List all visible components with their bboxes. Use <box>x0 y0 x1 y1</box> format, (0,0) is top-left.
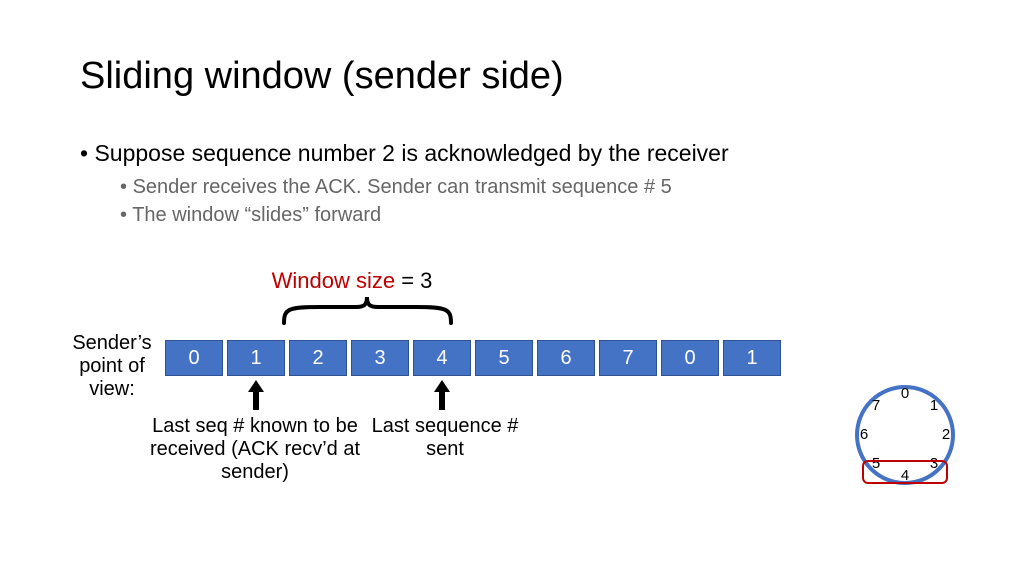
sequence-box: 4 <box>413 340 471 376</box>
clock-number: 0 <box>896 385 914 403</box>
sequence-box: 7 <box>599 340 657 376</box>
window-size-value: = 3 <box>401 268 432 293</box>
arrow-last-sent <box>434 380 450 410</box>
sequence-box: 6 <box>537 340 595 376</box>
clock-number: 7 <box>867 397 885 415</box>
curly-brace-icon <box>280 295 455 325</box>
slide-title: Sliding window (sender side) <box>80 55 564 98</box>
clock-number: 6 <box>855 426 873 444</box>
bullet-list: Suppose sequence number 2 is acknowledge… <box>80 140 940 229</box>
sequence-box: 5 <box>475 340 533 376</box>
sequence-box: 0 <box>661 340 719 376</box>
caption-last-ack: Last seq # known to be received (ACK rec… <box>130 415 380 484</box>
window-size-label: Window size = 3 <box>262 268 442 294</box>
clock-number: 1 <box>925 397 943 415</box>
sender-pov-label: Sender’s point of view: <box>62 332 162 401</box>
clock-number: 2 <box>937 426 955 444</box>
clock-highlight-rect <box>862 460 948 484</box>
sequence-box: 2 <box>289 340 347 376</box>
window-size-text: Window size <box>272 268 395 293</box>
arrow-last-ack <box>248 380 264 410</box>
clock-diagram: 01234567 <box>850 380 960 490</box>
sequence-box: 3 <box>351 340 409 376</box>
caption-last-sent: Last sequence # sent <box>350 415 540 461</box>
bullet-main: Suppose sequence number 2 is acknowledge… <box>80 140 940 167</box>
bullet-sub-1: Sender receives the ACK. Sender can tran… <box>120 173 940 201</box>
sequence-box: 1 <box>227 340 285 376</box>
sequence-box: 1 <box>723 340 781 376</box>
sequence-box: 0 <box>165 340 223 376</box>
bullet-sub-2: The window “slides” forward <box>120 201 940 229</box>
sequence-boxes: 0123456701 <box>165 340 781 376</box>
